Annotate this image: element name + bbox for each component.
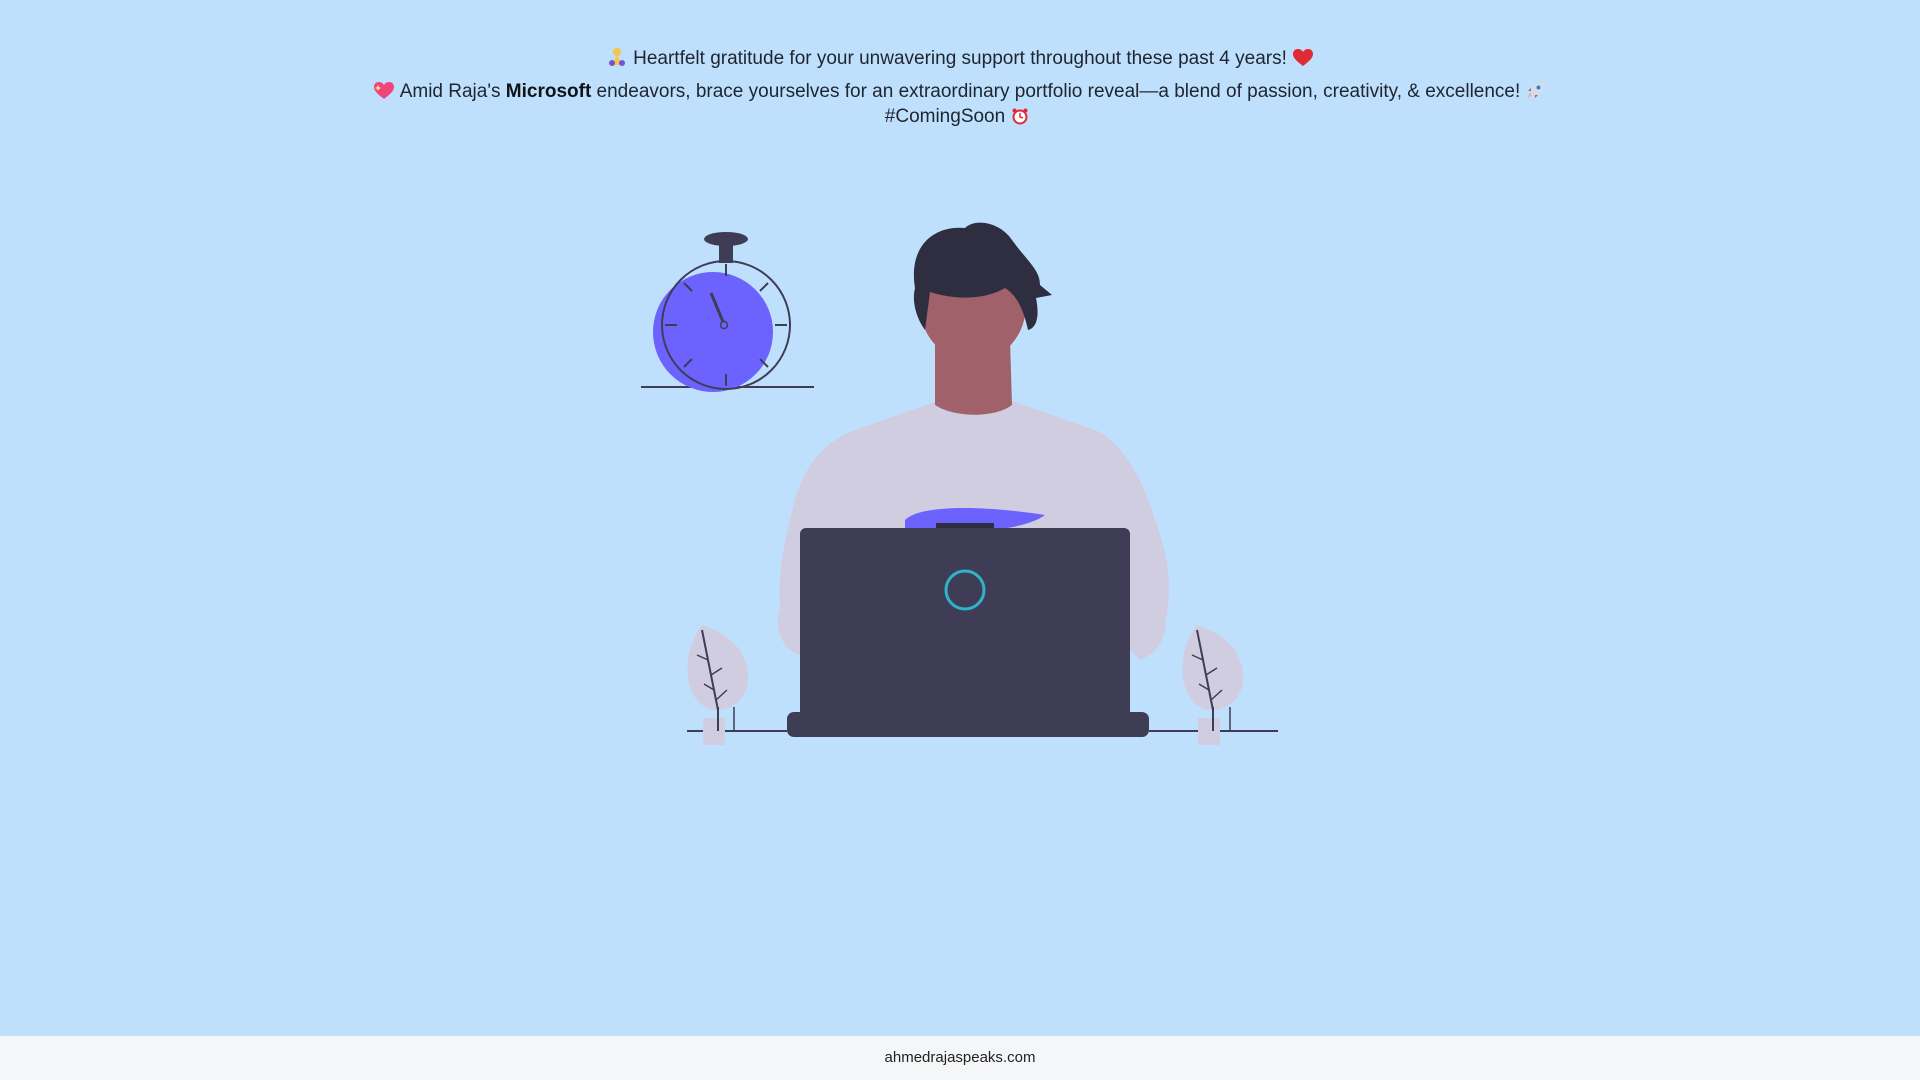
working-remotely-illustration [641,222,1278,745]
rocket-icon [1526,80,1546,106]
announcement-message: Heartfelt gratitude for your unwavering … [0,47,1920,138]
alarm-clock-icon [1011,107,1029,131]
coming-soon-hashtag: #ComingSoon [884,106,1006,127]
coming-soon-line: #ComingSoon [0,106,1920,131]
gratitude-text: Heartfelt gratitude for your unwavering … [633,48,1287,69]
footer-website-link[interactable]: ahmedrajaspeaks.com [885,1049,1036,1066]
plant-left-icon [687,625,749,745]
plant-right-icon [1182,625,1244,745]
footer: ahmedrajaspeaks.com [0,1036,1920,1080]
sparkling-heart-icon [373,82,394,106]
announcement-line: Amid Raja's Microsoft endeavors, brace y… [0,80,1920,106]
gratitude-line: Heartfelt gratitude for your unwavering … [0,47,1920,73]
red-heart-icon [1292,49,1313,73]
announcement-suffix: endeavors, brace yourselves for an extra… [596,81,1521,102]
announcement-prefix: Amid Raja's [399,81,501,102]
laptop [787,523,1149,737]
praying-hands-icon [607,47,627,73]
stopwatch-icon [641,232,814,392]
company-name: Microsoft [505,81,592,102]
